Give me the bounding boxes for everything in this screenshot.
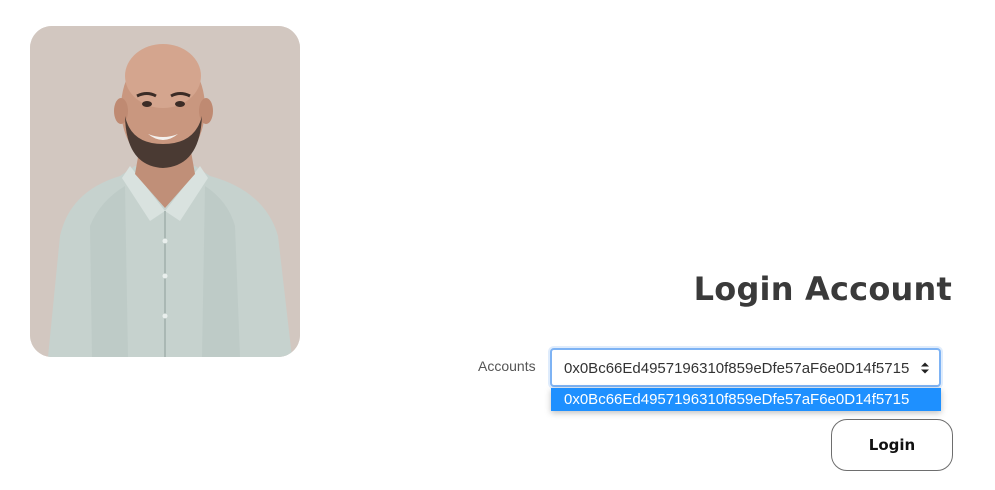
account-option[interactable]: 0x0Bc66Ed4957196310f859eDfe57aF6e0D14f57… [551, 388, 941, 411]
login-page: Login Account Accounts 0x0Bc66Ed49571963… [0, 0, 995, 490]
page-title: Login Account [693, 270, 952, 308]
profile-photo [30, 26, 300, 357]
accounts-dropdown-list: 0x0Bc66Ed4957196310f859eDfe57aF6e0D14f57… [551, 388, 941, 411]
select-arrows-icon [921, 362, 929, 374]
selected-account-value: 0x0Bc66Ed4957196310f859eDfe57aF6e0D14f57… [564, 360, 910, 377]
login-button[interactable]: Login [831, 419, 953, 471]
accounts-label: Accounts [478, 358, 536, 374]
accounts-select[interactable]: 0x0Bc66Ed4957196310f859eDfe57aF6e0D14f57… [550, 348, 941, 387]
